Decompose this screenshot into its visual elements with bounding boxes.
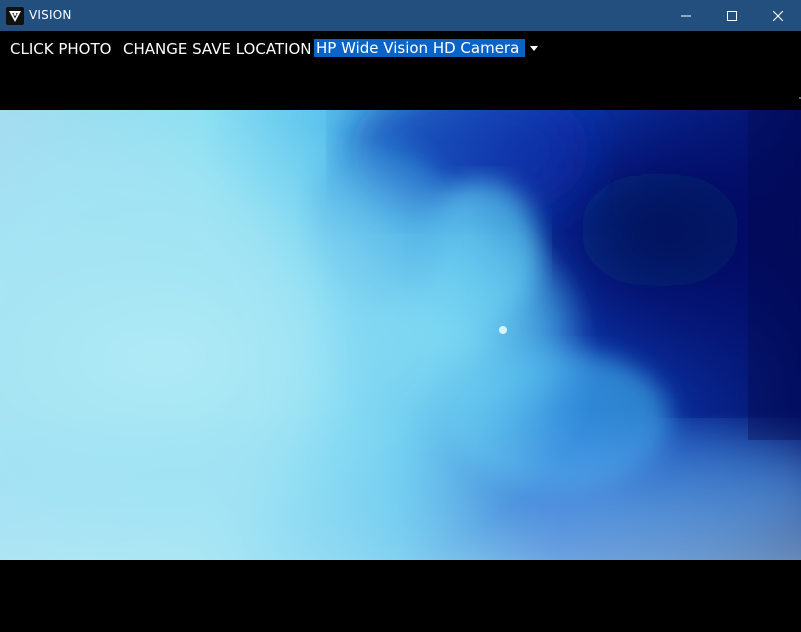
click-photo-button[interactable]: CLICK PHOTO [10, 40, 111, 58]
vision-logo-icon [6, 7, 24, 25]
close-button[interactable] [755, 0, 801, 31]
app-window: VISION CLICK PHOTO CHANGE SAVE LOCATION [0, 0, 801, 632]
minimize-button[interactable] [663, 0, 709, 31]
maximize-icon [727, 10, 737, 21]
camera-preview [0, 110, 801, 560]
change-save-location-button[interactable]: CHANGE SAVE LOCATION [123, 40, 312, 58]
camera-select-value[interactable]: HP Wide Vision HD Camera [314, 39, 526, 57]
window-title: VISION [29, 8, 72, 22]
chevron-down-icon[interactable] [530, 44, 539, 52]
close-icon [773, 10, 783, 21]
minimize-icon [681, 11, 691, 21]
bottom-bar [0, 560, 801, 632]
camera-select-dropdown[interactable]: HP Wide Vision HD Camera [314, 39, 539, 57]
toolbar: CLICK PHOTO CHANGE SAVE LOCATION HP Wide… [0, 31, 801, 110]
camera-feed-image [0, 110, 801, 560]
title-bar[interactable]: VISION [0, 0, 801, 31]
maximize-button[interactable] [709, 0, 755, 31]
